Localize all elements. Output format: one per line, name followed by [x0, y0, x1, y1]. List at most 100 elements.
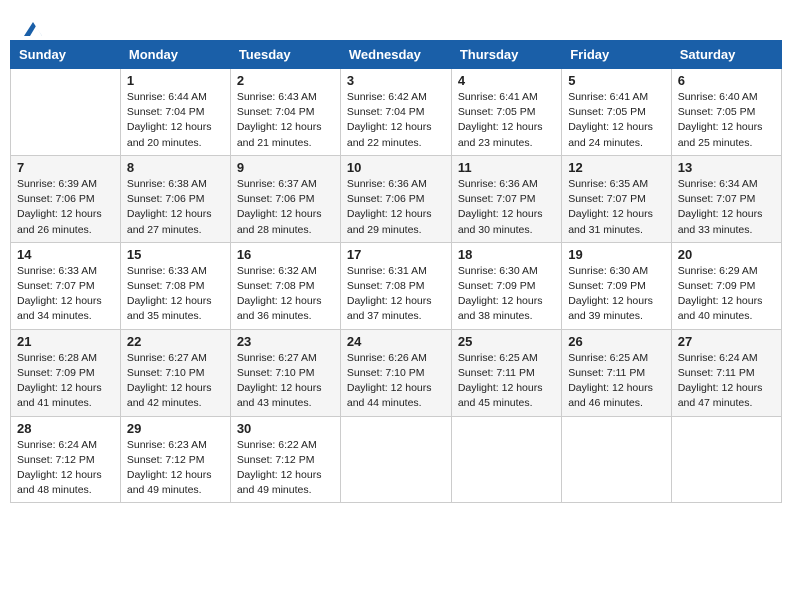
day-info: Sunrise: 6:38 AM Sunset: 7:06 PM Dayligh…: [127, 177, 224, 238]
calendar-cell: [562, 416, 672, 503]
logo: [20, 20, 44, 30]
day-info: Sunrise: 6:30 AM Sunset: 7:09 PM Dayligh…: [458, 264, 555, 325]
calendar-cell: 22 Sunrise: 6:27 AM Sunset: 7:10 PM Dayli…: [120, 329, 230, 416]
calendar-cell: 26 Sunrise: 6:25 AM Sunset: 7:11 PM Dayli…: [562, 329, 672, 416]
day-number: 5: [568, 73, 665, 88]
day-info: Sunrise: 6:41 AM Sunset: 7:05 PM Dayligh…: [568, 90, 665, 151]
calendar-cell: 16 Sunrise: 6:32 AM Sunset: 7:08 PM Dayli…: [230, 242, 340, 329]
calendar-cell: 21Sunrise: 6:28 AM Sunset: 7:09 PM Dayli…: [11, 329, 121, 416]
calendar-cell: 13 Sunrise: 6:34 AM Sunset: 7:07 PM Dayli…: [671, 155, 781, 242]
day-info: Sunrise: 6:36 AM Sunset: 7:07 PM Dayligh…: [458, 177, 555, 238]
calendar-cell: 23 Sunrise: 6:27 AM Sunset: 7:10 PM Dayli…: [230, 329, 340, 416]
day-info: Sunrise: 6:22 AM Sunset: 7:12 PM Dayligh…: [237, 438, 334, 499]
calendar-cell: 12 Sunrise: 6:35 AM Sunset: 7:07 PM Dayli…: [562, 155, 672, 242]
calendar-cell: 18 Sunrise: 6:30 AM Sunset: 7:09 PM Dayli…: [451, 242, 561, 329]
day-info: Sunrise: 6:24 AM Sunset: 7:11 PM Dayligh…: [678, 351, 775, 412]
day-number: 18: [458, 247, 555, 262]
day-info: Sunrise: 6:30 AM Sunset: 7:09 PM Dayligh…: [568, 264, 665, 325]
day-number: 1: [127, 73, 224, 88]
day-info: Sunrise: 6:24 AM Sunset: 7:12 PM Dayligh…: [17, 438, 114, 499]
day-number: 9: [237, 160, 334, 175]
day-number: 30: [237, 421, 334, 436]
calendar-cell: 14Sunrise: 6:33 AM Sunset: 7:07 PM Dayli…: [11, 242, 121, 329]
day-info: Sunrise: 6:44 AM Sunset: 7:04 PM Dayligh…: [127, 90, 224, 151]
day-number: 4: [458, 73, 555, 88]
day-number: 20: [678, 247, 775, 262]
day-info: Sunrise: 6:35 AM Sunset: 7:07 PM Dayligh…: [568, 177, 665, 238]
weekday-header-tuesday: Tuesday: [230, 41, 340, 69]
calendar-cell: 10 Sunrise: 6:36 AM Sunset: 7:06 PM Dayli…: [340, 155, 451, 242]
day-number: 3: [347, 73, 445, 88]
day-number: 13: [678, 160, 775, 175]
day-number: 23: [237, 334, 334, 349]
day-number: 11: [458, 160, 555, 175]
day-info: Sunrise: 6:33 AM Sunset: 7:08 PM Dayligh…: [127, 264, 224, 325]
calendar-table: SundayMondayTuesdayWednesdayThursdayFrid…: [10, 40, 782, 503]
day-number: 12: [568, 160, 665, 175]
calendar-cell: 17 Sunrise: 6:31 AM Sunset: 7:08 PM Dayli…: [340, 242, 451, 329]
weekday-header-thursday: Thursday: [451, 41, 561, 69]
calendar-cell: 4 Sunrise: 6:41 AM Sunset: 7:05 PM Daylig…: [451, 69, 561, 156]
calendar-cell: 28 Sunrise: 6:24 AM Sunset: 7:12 PM Dayli…: [11, 416, 121, 503]
day-info: Sunrise: 6:32 AM Sunset: 7:08 PM Dayligh…: [237, 264, 334, 325]
day-info: Sunrise: 6:41 AM Sunset: 7:05 PM Dayligh…: [458, 90, 555, 151]
day-info: Sunrise: 6:37 AM Sunset: 7:06 PM Dayligh…: [237, 177, 334, 238]
calendar-cell: 27 Sunrise: 6:24 AM Sunset: 7:11 PM Dayli…: [671, 329, 781, 416]
day-number: 10: [347, 160, 445, 175]
day-number: 2: [237, 73, 334, 88]
day-number: 8: [127, 160, 224, 175]
calendar-cell: 15 Sunrise: 6:33 AM Sunset: 7:08 PM Dayli…: [120, 242, 230, 329]
day-number: 25: [458, 334, 555, 349]
calendar-cell: 30 Sunrise: 6:22 AM Sunset: 7:12 PM Dayli…: [230, 416, 340, 503]
calendar-cell: 19 Sunrise: 6:30 AM Sunset: 7:09 PM Dayli…: [562, 242, 672, 329]
weekday-header-sunday: Sunday: [11, 41, 121, 69]
calendar-cell: 7 Sunrise: 6:39 AM Sunset: 7:06 PM Daylig…: [11, 155, 121, 242]
day-number: 17: [347, 247, 445, 262]
day-info: Sunrise: 6:31 AM Sunset: 7:08 PM Dayligh…: [347, 264, 445, 325]
day-info: Sunrise: 6:26 AM Sunset: 7:10 PM Dayligh…: [347, 351, 445, 412]
day-number: 16: [237, 247, 334, 262]
day-number: 26: [568, 334, 665, 349]
calendar-cell: 24 Sunrise: 6:26 AM Sunset: 7:10 PM Dayli…: [340, 329, 451, 416]
weekday-header-monday: Monday: [120, 41, 230, 69]
day-number: 22: [127, 334, 224, 349]
weekday-header-saturday: Saturday: [671, 41, 781, 69]
page-header: [10, 10, 782, 35]
calendar-cell: 11 Sunrise: 6:36 AM Sunset: 7:07 PM Dayli…: [451, 155, 561, 242]
calendar-cell: 3 Sunrise: 6:42 AM Sunset: 7:04 PM Daylig…: [340, 69, 451, 156]
calendar-cell: 9 Sunrise: 6:37 AM Sunset: 7:06 PM Daylig…: [230, 155, 340, 242]
calendar-cell: 1 Sunrise: 6:44 AM Sunset: 7:04 PM Daylig…: [120, 69, 230, 156]
day-info: Sunrise: 6:27 AM Sunset: 7:10 PM Dayligh…: [237, 351, 334, 412]
day-info: Sunrise: 6:33 AM Sunset: 7:07 PM Dayligh…: [17, 264, 114, 325]
weekday-header-wednesday: Wednesday: [340, 41, 451, 69]
day-info: Sunrise: 6:34 AM Sunset: 7:07 PM Dayligh…: [678, 177, 775, 238]
day-info: Sunrise: 6:28 AM Sunset: 7:09 PM Dayligh…: [17, 351, 114, 412]
calendar-cell: 25 Sunrise: 6:25 AM Sunset: 7:11 PM Dayli…: [451, 329, 561, 416]
calendar-cell: [11, 69, 121, 156]
calendar-cell: [451, 416, 561, 503]
calendar-cell: 20 Sunrise: 6:29 AM Sunset: 7:09 PM Dayli…: [671, 242, 781, 329]
day-info: Sunrise: 6:40 AM Sunset: 7:05 PM Dayligh…: [678, 90, 775, 151]
calendar-cell: [340, 416, 451, 503]
weekday-header-friday: Friday: [562, 41, 672, 69]
day-number: 27: [678, 334, 775, 349]
day-info: Sunrise: 6:29 AM Sunset: 7:09 PM Dayligh…: [678, 264, 775, 325]
day-number: 19: [568, 247, 665, 262]
day-info: Sunrise: 6:36 AM Sunset: 7:06 PM Dayligh…: [347, 177, 445, 238]
day-number: 28: [17, 421, 114, 436]
day-number: 6: [678, 73, 775, 88]
day-info: Sunrise: 6:42 AM Sunset: 7:04 PM Dayligh…: [347, 90, 445, 151]
calendar-cell: 2Sunrise: 6:43 AM Sunset: 7:04 PM Daylig…: [230, 69, 340, 156]
day-info: Sunrise: 6:39 AM Sunset: 7:06 PM Dayligh…: [17, 177, 114, 238]
day-info: Sunrise: 6:25 AM Sunset: 7:11 PM Dayligh…: [458, 351, 555, 412]
day-number: 29: [127, 421, 224, 436]
day-info: Sunrise: 6:25 AM Sunset: 7:11 PM Dayligh…: [568, 351, 665, 412]
day-number: 15: [127, 247, 224, 262]
day-info: Sunrise: 6:23 AM Sunset: 7:12 PM Dayligh…: [127, 438, 224, 499]
day-number: 7: [17, 160, 114, 175]
calendar-cell: 5 Sunrise: 6:41 AM Sunset: 7:05 PM Daylig…: [562, 69, 672, 156]
calendar-cell: 29 Sunrise: 6:23 AM Sunset: 7:12 PM Dayli…: [120, 416, 230, 503]
day-info: Sunrise: 6:27 AM Sunset: 7:10 PM Dayligh…: [127, 351, 224, 412]
logo-icon: [22, 20, 44, 38]
day-number: 24: [347, 334, 445, 349]
